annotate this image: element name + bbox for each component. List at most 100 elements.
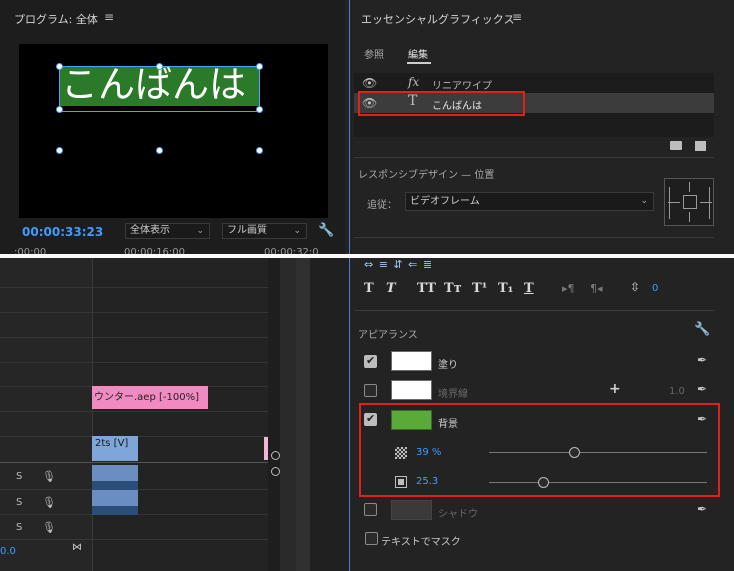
transform-handle[interactable] [156,147,163,154]
transform-handle[interactable] [156,63,163,70]
follow-dropdown[interactable]: ビデオフレーム ⌄ [405,192,654,211]
wrench-icon[interactable]: 🔧 [318,223,334,238]
audio-waveform [92,481,138,490]
panel-menu-icon[interactable]: ≡ [512,10,522,24]
meter-column [280,258,296,571]
tsume-icon: ⇳ [630,280,641,294]
track-divider [0,539,268,540]
audio-waveform [92,506,138,515]
transform-handle[interactable] [256,147,263,154]
scroll-handle[interactable] [271,451,280,460]
underline-button[interactable]: T [524,281,534,296]
transform-handle[interactable] [256,63,263,70]
eyedropper-icon[interactable]: ✒ [697,353,707,367]
folder-icon[interactable] [670,141,682,150]
tab-edit[interactable]: 編集 [408,46,428,61]
pin-right[interactable] [700,202,712,203]
text-align-row[interactable]: ⇔ ≡ ⇵ ⇐ ≣ [364,258,433,271]
stroke-swatch[interactable] [391,380,432,400]
fit-dropdown-value: 全体表示 [130,225,170,236]
wrench-icon[interactable]: 🔧 [694,322,710,337]
track-divider [0,337,268,338]
volume-value[interactable]: 0.0 [0,546,16,557]
track-end-icon[interactable]: ⋈ [72,542,82,553]
tab-active-indicator [407,62,431,64]
transform-handle[interactable] [256,106,263,113]
audio-meter [296,258,310,571]
section-divider [354,157,714,158]
selection-box[interactable] [59,66,260,112]
solo-button[interactable]: S [16,471,22,482]
follow-label: 追従： [367,200,397,211]
transform-handle[interactable] [56,106,63,113]
playhead-timecode[interactable]: 00:00:33:23 [22,225,103,239]
pin-bottom[interactable] [689,212,690,222]
timeline-clip-audio[interactable] [92,465,138,490]
pin-right-edge [709,187,710,219]
program-monitor-title[interactable]: プログラム: 全体 [14,11,98,27]
track-divider [0,411,268,412]
faux-italic-button[interactable]: T [386,281,396,296]
screenshot-divider [0,254,734,258]
small-caps-button[interactable]: Tт [444,281,462,296]
layer-row-wipe[interactable]: 👁 fx リニアワイプ [354,73,714,93]
panel-gap [310,258,349,571]
microphone-icon[interactable]: 🎙 [42,496,56,509]
quality-dropdown[interactable]: フル画質 ⌄ [222,223,307,239]
add-stroke-button[interactable]: + [609,381,621,397]
transform-handle[interactable] [56,63,63,70]
faux-bold-button[interactable]: T [364,281,374,296]
solo-button[interactable]: S [16,522,22,533]
chevron-down-icon: ⌄ [196,226,204,236]
header-divider [92,258,93,571]
shadow-label: シャドウ [438,509,478,520]
essential-graphics-title[interactable]: エッセンシャルグラフィックス [361,11,514,27]
panel-menu-icon[interactable]: ≡ [104,10,114,24]
shadow-checkbox[interactable] [364,503,377,516]
tab-browse[interactable]: 参照 [364,46,384,61]
eyedropper-icon[interactable]: ✒ [697,502,707,516]
track-divider [0,287,268,288]
timeline-clip-aep[interactable]: ウンター.aep [-100%] [92,386,208,409]
quality-dropdown-value: フル画質 [227,225,267,236]
track-divider [0,312,268,313]
mask-with-text-checkbox[interactable] [365,532,378,545]
shadow-swatch[interactable] [391,500,432,520]
timeline-scrollbar[interactable] [268,258,280,571]
microphone-icon[interactable]: 🎙 [42,470,56,483]
new-layer-icon[interactable] [695,141,706,151]
all-caps-button[interactable]: TT [417,281,436,296]
superscript-button[interactable]: T¹ [472,281,487,296]
solo-button[interactable]: S [16,497,22,508]
rtl-icon[interactable]: ▸¶ [562,282,575,295]
chevron-down-icon: ⌄ [640,196,648,206]
timeline-clip-audio[interactable] [92,490,138,515]
mask-with-text-label: テキストでマスク [381,537,461,548]
subscript-button[interactable]: T₁ [498,281,513,296]
track-divider [0,462,268,463]
program-video-frame[interactable]: こんばんは [19,44,328,218]
scroll-handle[interactable] [271,467,280,476]
eyedropper-icon[interactable]: ✒ [697,382,707,396]
pin-top[interactable] [689,182,690,192]
pin-left-edge [669,187,670,219]
section-divider [354,237,714,238]
stroke-checkbox[interactable] [364,384,377,397]
fill-swatch[interactable] [391,351,432,371]
transform-handle[interactable] [56,147,63,154]
stroke-label: 境界線 [438,389,468,400]
section-divider [354,310,714,311]
eye-icon[interactable]: 👁 [362,76,377,90]
ltr-icon[interactable]: ¶◂ [590,282,603,295]
pin-center[interactable] [683,195,697,209]
chevron-down-icon: ⌄ [293,226,301,236]
fit-dropdown[interactable]: 全体表示 ⌄ [125,223,210,239]
pin-to-widget[interactable] [664,178,714,226]
layer-name: リニアワイプ [432,81,492,92]
timeline-clip-video[interactable]: 2ts [V] [92,436,138,461]
tsume-value[interactable]: 0 [652,283,658,294]
fill-checkbox[interactable] [364,354,377,368]
appearance-label: アピアランス [358,330,418,341]
microphone-icon[interactable]: 🎙 [42,521,56,534]
stroke-width-value[interactable]: 1.0 [669,386,685,397]
